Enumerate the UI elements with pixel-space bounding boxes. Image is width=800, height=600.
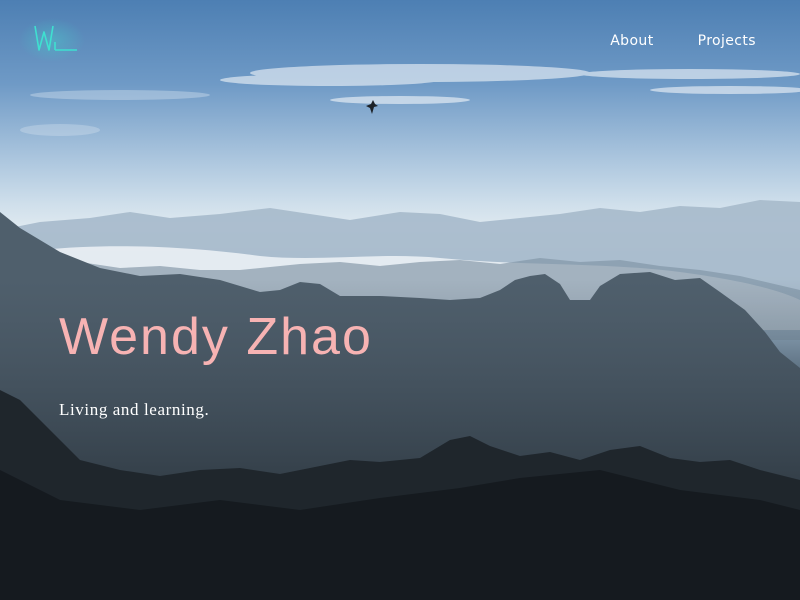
sky-clouds	[20, 64, 800, 136]
top-nav: About Projects	[610, 31, 756, 51]
hero-background-image	[0, 64, 800, 600]
site-logo[interactable]	[19, 18, 85, 62]
hero-title: Wendy Zhao	[59, 308, 373, 366]
nav-link-projects[interactable]: Projects	[698, 31, 756, 51]
nav-link-about[interactable]: About	[610, 31, 653, 51]
hero-section: About Projects Wendy Zhao Living and lea…	[0, 0, 800, 600]
logo-icon	[19, 18, 85, 62]
hero-tagline: Living and learning.	[59, 400, 210, 419]
